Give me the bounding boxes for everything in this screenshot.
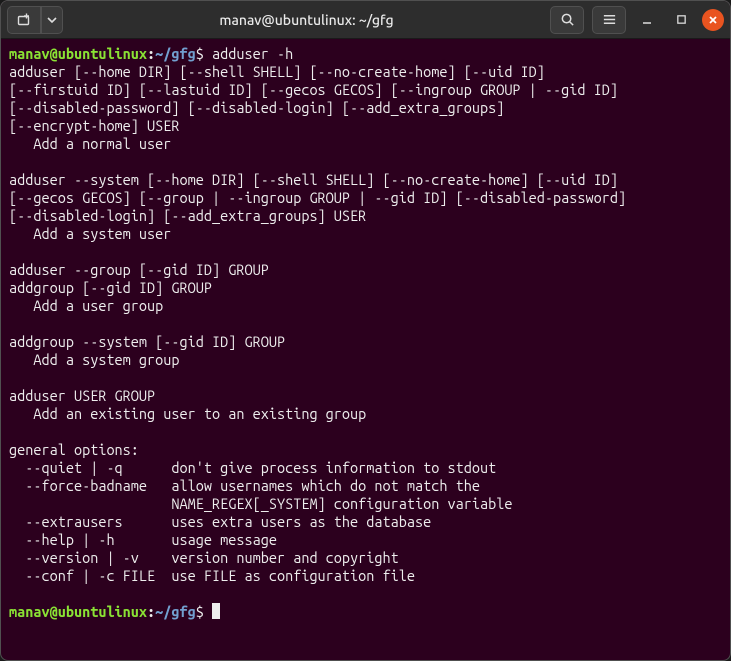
cursor <box>212 603 220 619</box>
maximize-button[interactable] <box>668 7 694 33</box>
search-icon <box>560 12 575 27</box>
window-title: manav@ubuntulinux: ~/gfg <box>69 12 544 28</box>
close-icon <box>708 15 718 25</box>
tab-dropdown-button[interactable] <box>41 6 63 34</box>
hamburger-icon <box>602 12 617 27</box>
prompt-dollar: $ <box>196 45 204 62</box>
left-button-group <box>7 6 63 34</box>
new-tab-button[interactable] <box>7 6 41 34</box>
terminal-window: manav@ubuntulinux: ~/gfg <box>0 0 731 661</box>
minimize-button[interactable] <box>634 7 660 33</box>
prompt-path-2: ~/gfg <box>155 603 196 620</box>
chevron-down-icon <box>47 15 57 25</box>
minimize-icon <box>641 14 653 26</box>
maximize-icon <box>676 14 687 25</box>
search-button[interactable] <box>550 6 584 34</box>
prompt-user-host: manav@ubuntulinux <box>9 45 147 62</box>
prompt-colon: : <box>147 45 155 62</box>
command-output: adduser [--home DIR] [--shell SHELL] [--… <box>9 63 626 584</box>
terminal-body[interactable]: manav@ubuntulinux:~/gfg$ adduser -h addu… <box>1 39 730 627</box>
prompt-user-host-2: manav@ubuntulinux <box>9 603 147 620</box>
command-input-1: adduser -h <box>204 45 293 62</box>
new-tab-icon <box>16 12 32 28</box>
titlebar: manav@ubuntulinux: ~/gfg <box>1 1 730 39</box>
right-controls <box>550 6 724 34</box>
prompt-path: ~/gfg <box>155 45 196 62</box>
command-input-2 <box>204 603 212 620</box>
hamburger-menu-button[interactable] <box>592 6 626 34</box>
prompt-colon-2: : <box>147 603 155 620</box>
prompt-dollar-2: $ <box>196 603 204 620</box>
close-button[interactable] <box>702 9 724 31</box>
